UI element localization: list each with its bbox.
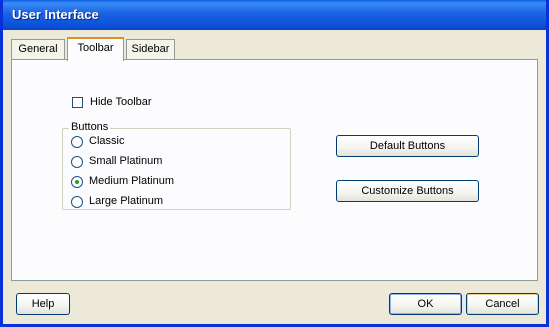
large-platinum-radio[interactable] xyxy=(71,196,83,208)
hide-toolbar-label[interactable]: Hide Toolbar xyxy=(90,96,152,108)
window-title: User Interface xyxy=(12,7,99,22)
buttons-group-title: Buttons xyxy=(69,121,111,133)
medium-platinum-label[interactable]: Medium Platinum xyxy=(89,175,174,187)
tab-toolbar[interactable]: Toolbar xyxy=(67,37,124,61)
small-platinum-label[interactable]: Small Platinum xyxy=(89,155,162,167)
classic-radio[interactable] xyxy=(71,136,83,148)
tab-sidebar[interactable]: Sidebar xyxy=(126,39,175,60)
large-platinum-label[interactable]: Large Platinum xyxy=(89,195,163,207)
small-platinum-radio[interactable] xyxy=(71,156,83,168)
classic-label[interactable]: Classic xyxy=(89,135,124,147)
title-bar[interactable]: User Interface xyxy=(3,0,546,30)
toolbar-tab-panel: Hide Toolbar Buttons Classic Small Plati… xyxy=(11,59,538,281)
ok-button[interactable]: OK xyxy=(389,293,462,315)
cancel-button[interactable]: Cancel xyxy=(466,293,539,315)
default-buttons-button[interactable]: Default Buttons xyxy=(336,135,479,157)
hide-toolbar-checkbox[interactable] xyxy=(72,97,83,108)
help-button[interactable]: Help xyxy=(16,293,70,315)
medium-platinum-radio[interactable] xyxy=(71,176,83,188)
buttons-groupbox: Buttons Classic Small Platinum Medium Pl… xyxy=(62,121,291,210)
tab-general[interactable]: General xyxy=(11,39,65,60)
user-interface-dialog: User Interface General Toolbar Sidebar H… xyxy=(0,0,549,327)
customize-buttons-button[interactable]: Customize Buttons xyxy=(336,180,479,202)
